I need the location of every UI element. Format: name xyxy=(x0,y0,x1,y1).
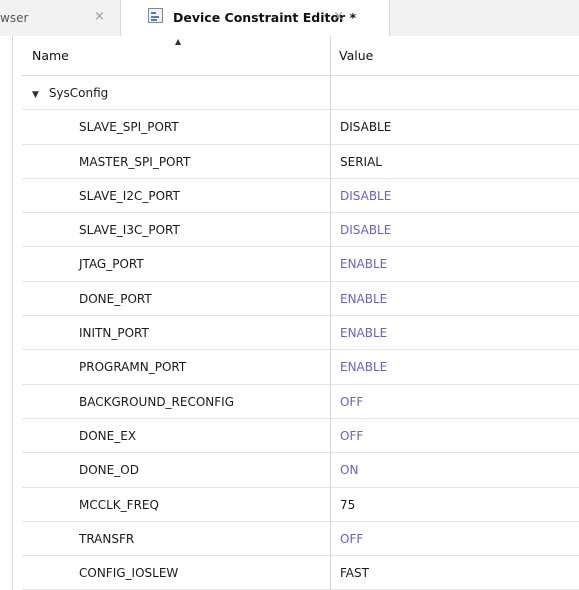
close-icon[interactable]: × xyxy=(333,9,344,24)
group-value-cell xyxy=(331,76,579,110)
property-name-cell: SLAVE_I3C_PORT xyxy=(22,213,331,248)
table-row[interactable]: CONFIG_IOSLEW FAST xyxy=(22,556,579,590)
table-row[interactable]: SLAVE_I3C_PORT DISABLE xyxy=(22,213,579,248)
property-value-cell[interactable]: DISABLE xyxy=(331,110,579,144)
table-header: ▲ Name Value xyxy=(22,36,579,76)
property-value-cell[interactable]: DISABLE xyxy=(331,213,579,247)
table-row[interactable]: PROGRAMN_PORT ENABLE xyxy=(22,350,579,385)
property-value-cell[interactable]: DISABLE xyxy=(331,179,579,213)
tab-bar-empty-area xyxy=(390,0,579,36)
property-name-cell: DONE_PORT xyxy=(22,281,331,316)
column-header-value[interactable]: Value xyxy=(331,36,579,75)
property-name-cell: MCCLK_FREQ xyxy=(22,487,331,522)
left-gutter xyxy=(0,36,13,590)
tab-browser[interactable]: wser × xyxy=(0,0,121,36)
property-value-cell[interactable]: OFF xyxy=(331,385,579,419)
property-value-cell[interactable]: 75 xyxy=(331,488,579,522)
table-row-group-sysconfig[interactable]: ▼ SysConfig xyxy=(22,76,579,111)
table-body: SLAVE_SPI_PORT DISABLE MASTER_SPI_PORT SERI… xyxy=(22,110,579,590)
table-row[interactable]: BACKGROUND_RECONFIG OFF xyxy=(22,384,579,419)
property-value-cell[interactable]: ENABLE xyxy=(331,282,579,316)
property-name-cell: SLAVE_I2C_PORT xyxy=(22,178,331,213)
property-value-cell[interactable]: ENABLE xyxy=(331,316,579,350)
constraint-table: ▲ Name Value ▼ SysConfig SLAVE_SPI_PORT D… xyxy=(22,36,579,590)
property-name-cell: INITN_PORT xyxy=(22,316,331,351)
tab-browser-label: wser xyxy=(0,11,29,25)
group-label: SysConfig xyxy=(48,86,109,100)
table-row[interactable]: INITN_PORT ENABLE xyxy=(22,316,579,351)
sort-ascending-icon: ▲ xyxy=(175,37,182,46)
editor-tab-bar: wser × Device Constraint Editor * × xyxy=(0,0,579,37)
property-name-cell: TRANSFR xyxy=(22,521,331,556)
table-row[interactable]: DONE_PORT ENABLE xyxy=(22,281,579,317)
property-name-cell: SLAVE_SPI_PORT xyxy=(22,110,331,145)
property-value-cell[interactable]: ENABLE xyxy=(331,350,579,384)
property-value-cell[interactable]: SERIAL xyxy=(331,145,579,179)
property-name-cell: DONE_OD xyxy=(22,453,331,488)
group-name-cell: ▼ SysConfig xyxy=(22,76,331,110)
table-row[interactable]: JTAG_PORT ENABLE xyxy=(22,247,579,282)
column-header-name-label: Name xyxy=(32,48,69,63)
property-value-cell[interactable]: ENABLE xyxy=(331,247,579,281)
property-name-cell: PROGRAMN_PORT xyxy=(22,350,331,385)
tab-device-constraint-editor-label: Device Constraint Editor * xyxy=(173,10,357,25)
tab-device-constraint-editor[interactable]: Device Constraint Editor * × xyxy=(121,0,390,37)
table-row[interactable]: DONE_EX OFF xyxy=(22,418,579,454)
table-row[interactable]: SLAVE_I2C_PORT DISABLE xyxy=(22,178,579,214)
property-name-cell: BACKGROUND_RECONFIG xyxy=(22,384,331,419)
table-row[interactable]: MCCLK_FREQ 75 xyxy=(22,487,579,522)
table-row[interactable]: TRANSFR OFF xyxy=(22,521,579,557)
table-row[interactable]: MASTER_SPI_PORT SERIAL xyxy=(22,144,579,179)
close-icon[interactable]: × xyxy=(94,9,105,24)
column-header-value-label: Value xyxy=(339,48,374,63)
table-row[interactable]: DONE_OD ON xyxy=(22,453,579,488)
table-row[interactable]: SLAVE_SPI_PORT DISABLE xyxy=(22,110,579,145)
property-value-cell[interactable]: ON xyxy=(331,453,579,487)
chevron-down-icon[interactable]: ▼ xyxy=(32,78,45,112)
property-value-cell[interactable]: FAST xyxy=(331,556,579,590)
property-value-cell[interactable]: OFF xyxy=(331,419,579,453)
device-constraint-editor-window: wser × Device Constraint Editor * × ▲ Na… xyxy=(0,0,579,590)
property-name-cell: DONE_EX xyxy=(22,418,331,453)
constraint-editor-icon xyxy=(148,8,163,23)
property-name-cell: CONFIG_IOSLEW xyxy=(22,556,331,590)
property-name-cell: MASTER_SPI_PORT xyxy=(22,144,331,179)
property-value-cell[interactable]: OFF xyxy=(331,522,579,556)
property-name-cell: JTAG_PORT xyxy=(22,247,331,282)
column-header-name[interactable]: ▲ Name xyxy=(22,36,331,75)
